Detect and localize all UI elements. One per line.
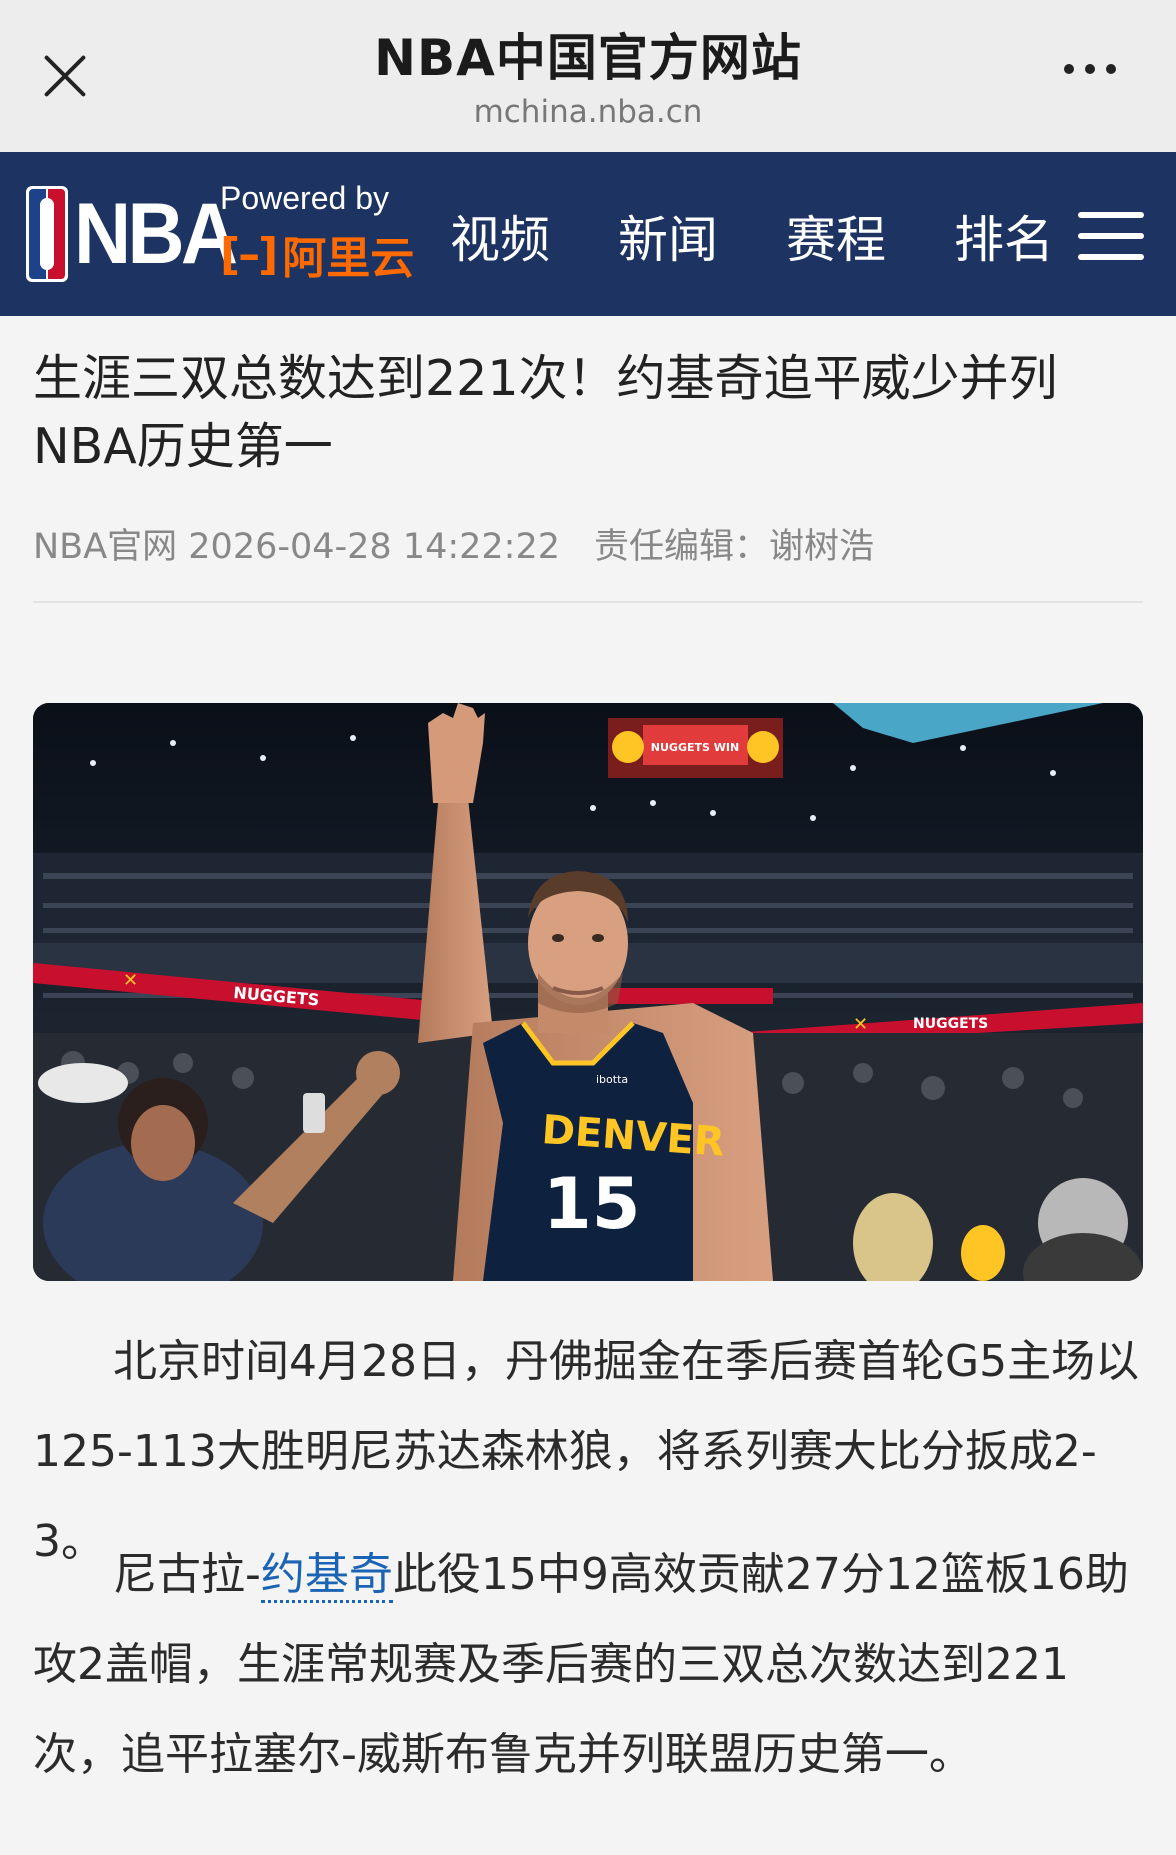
nba-logoman-icon — [26, 186, 68, 282]
nav-menu: 视频 新闻 赛程 排名 — [450, 200, 1054, 272]
page-url: mchina.nba.cn — [473, 94, 703, 130]
nba-logo-text: NBA — [74, 186, 238, 282]
jersey-sponsor: ibotta — [596, 1073, 628, 1086]
sponsor-name: 阿里云 — [282, 233, 415, 284]
scoreboard-text: NUGGETS WIN — [651, 741, 739, 754]
nav-item-schedule[interactable]: 赛程 — [786, 200, 886, 272]
powered-by-label: Powered by — [220, 180, 389, 216]
hamburger-menu-icon[interactable] — [1078, 212, 1144, 260]
scoreboard: NUGGETS WIN — [608, 718, 783, 778]
article-paragraph-2: 尼古拉-约基奇此役15中9高效贡献27分12篮板16助攻2盖帽，生涯常规赛及季后… — [33, 1549, 1129, 1780]
nav-item-news[interactable]: 新闻 — [618, 200, 718, 272]
divider — [33, 601, 1143, 603]
article-title: 生涯三双总数达到221次！约基奇追平威少并列NBA历史第一 — [33, 350, 1058, 475]
jersey-number: 15 — [543, 1163, 640, 1245]
nba-logo[interactable]: NBA — [26, 186, 238, 282]
browser-top-bar: NBA中国官方网站 mchina.nba.cn — [0, 0, 1176, 152]
page-title: NBA中国官方网站 — [374, 29, 802, 87]
article-source: NBA官网 2026-04-28 14:22:22 — [33, 527, 561, 567]
svg-text:✕: ✕ — [853, 1014, 868, 1035]
article-photo[interactable]: NUGGETS WIN ✕ NUGGETS ✕ NUGGETS ibotta D… — [33, 703, 1143, 1281]
player-link-jokic[interactable]: 约基奇 — [260, 1549, 393, 1603]
nav-item-video[interactable]: 视频 — [450, 200, 550, 272]
more-dots-icon[interactable] — [1064, 64, 1116, 74]
sponsor-logo: [–] 阿里云 — [220, 222, 414, 286]
aliyun-icon: [–] — [220, 228, 278, 280]
article-editor: 责任编辑：谢树浩 — [594, 527, 875, 567]
nav-item-standings[interactable]: 排名 — [954, 200, 1054, 272]
article-meta: NBA官网 2026-04-28 14:22:22 责任编辑：谢树浩 — [33, 518, 874, 569]
arena-banner-text-right: NUGGETS — [913, 1016, 988, 1032]
nba-nav-bar: NBA Powered by [–] 阿里云 视频 新闻 赛程 排名 — [0, 152, 1176, 316]
svg-text:✕: ✕ — [123, 970, 138, 991]
